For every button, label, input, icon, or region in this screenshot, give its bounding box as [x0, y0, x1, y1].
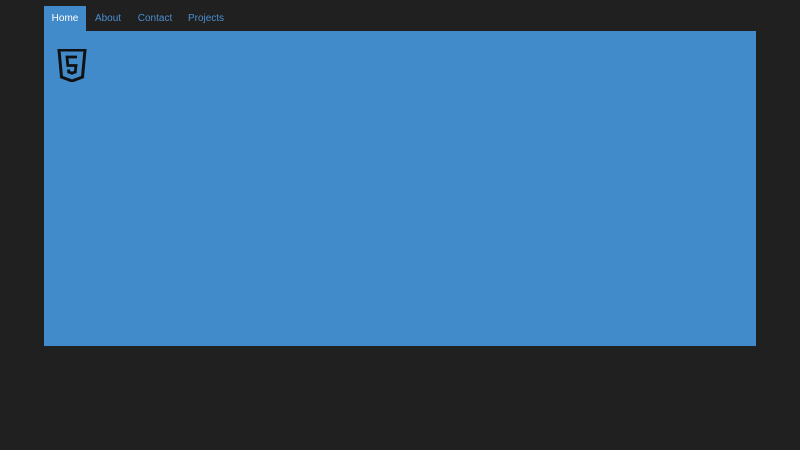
- tab-projects[interactable]: Projects: [180, 6, 232, 31]
- tab-contact[interactable]: Contact: [130, 6, 180, 31]
- page: Home About Contact Projects: [0, 0, 800, 450]
- tab-about[interactable]: About: [86, 6, 130, 31]
- tab-content-panel: [44, 31, 756, 346]
- html5-icon: [57, 49, 87, 82]
- tab-home[interactable]: Home: [44, 6, 86, 31]
- nav-tabs: Home About Contact Projects: [44, 6, 232, 31]
